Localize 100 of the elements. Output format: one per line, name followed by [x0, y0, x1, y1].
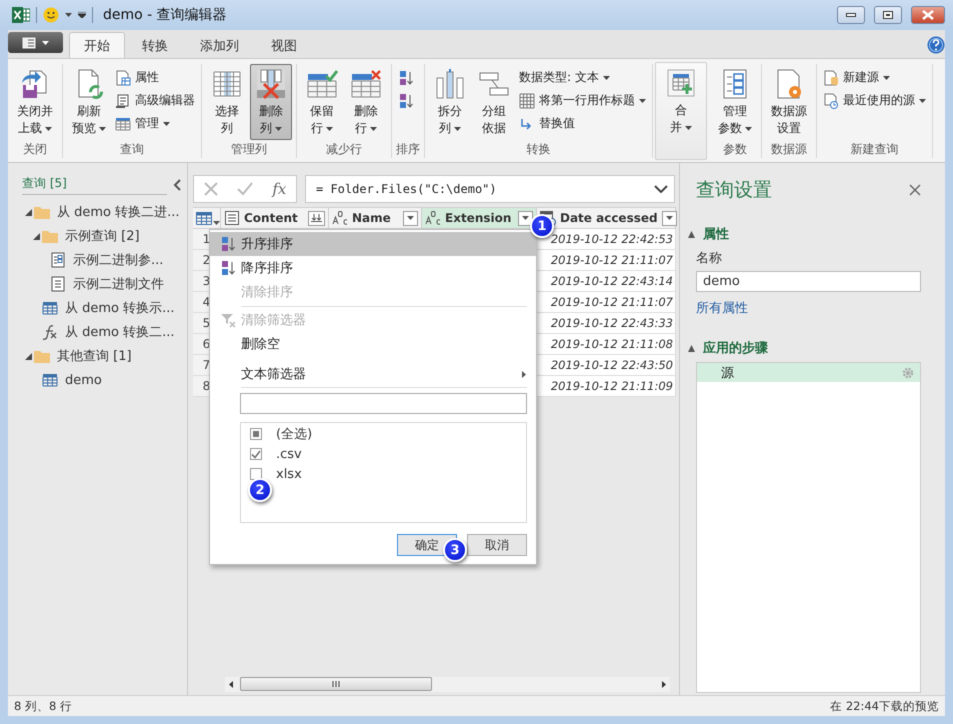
ribbon-button[interactable]: 新建源	[821, 67, 928, 88]
ribbon-button[interactable]: 刷新 预览	[67, 64, 111, 140]
checkbox[interactable]	[250, 428, 262, 440]
caret-icon	[407, 216, 414, 220]
menu-item[interactable]: 升序排序	[210, 232, 536, 256]
close-button[interactable]	[909, 184, 921, 196]
checkbox[interactable]	[250, 468, 262, 480]
excel-icon	[12, 7, 30, 23]
maximize-icon	[883, 11, 893, 19]
query-tree-item[interactable]: 其他查询 [1]	[22, 344, 187, 368]
applied-step[interactable]: 源	[697, 363, 920, 382]
clear-filter-icon	[220, 312, 236, 328]
caret-icon	[42, 40, 49, 44]
insert-function-button[interactable]: fx	[272, 180, 286, 198]
table-menu-button[interactable]	[196, 212, 220, 224]
ribbon-button[interactable]: 删除 列	[250, 64, 292, 140]
ribbon-tab[interactable]: 视图	[256, 32, 312, 58]
close-button[interactable]	[911, 6, 945, 24]
name-field[interactable]: demo	[696, 271, 921, 292]
ribbon-button[interactable]: 合 并	[660, 63, 702, 139]
ribbon-button[interactable]: 最近使用的源	[821, 90, 928, 111]
scroll-right-icon	[662, 681, 666, 688]
query-tree-item[interactable]: 从 demo 转换二...	[22, 320, 187, 344]
column-header[interactable]: Content	[221, 207, 329, 229]
sort-descending-icon	[220, 260, 236, 276]
close-icon	[922, 10, 934, 20]
filter-button[interactable]	[518, 210, 533, 226]
delete-rows-icon	[350, 68, 382, 100]
text-type-icon	[332, 210, 348, 226]
scrollbar-thumb[interactable]	[240, 677, 432, 691]
document-icon	[22, 36, 36, 48]
expand-column-button[interactable]	[308, 210, 325, 226]
table-icon	[519, 92, 535, 108]
horizontal-scrollbar[interactable]	[225, 677, 670, 692]
collapse-pane-icon	[173, 179, 181, 191]
ribbon-button[interactable]: 数据类型: 文本	[517, 67, 648, 88]
query-tree-item[interactable]: 示例二进制文件	[22, 272, 187, 296]
scroll-left-icon	[229, 681, 233, 688]
sort-ascending-icon	[220, 236, 236, 252]
checkbox-label: (全选)	[276, 426, 312, 443]
sort-descending-icon	[398, 92, 414, 108]
table-cell: 2019-10-12 22:43:14	[537, 271, 676, 292]
function-icon	[42, 324, 58, 340]
ribbon-button[interactable]: 将第一行用作标题	[517, 90, 648, 111]
status-text: 在 22:44下载的预览	[830, 698, 939, 714]
maximize-button[interactable]	[874, 6, 902, 24]
column-header[interactable]: Extension	[422, 207, 537, 229]
ribbon-tab[interactable]: 添加列	[185, 32, 254, 58]
text-type-icon	[425, 210, 441, 226]
minimize-button[interactable]	[837, 6, 865, 24]
caret-icon	[65, 13, 72, 17]
dialog-button[interactable]: 取消	[467, 534, 527, 556]
group-label: 减少行	[325, 141, 363, 158]
query-tree-item[interactable]: demo	[22, 368, 187, 392]
ribbon-button[interactable]: 拆分 列	[429, 64, 471, 140]
ribbon-button[interactable]: 管理 参数	[713, 64, 757, 140]
ribbon-button[interactable]: 管理	[113, 113, 197, 134]
group-label: 查询	[119, 141, 145, 158]
all-properties-link[interactable]: 所有属性	[696, 299, 748, 317]
ribbon-button[interactable]: 关闭并 上载	[12, 64, 58, 140]
ribbon-button[interactable]: 选择 列	[206, 64, 248, 140]
file-menu-button[interactable]	[8, 32, 63, 53]
checkbox-label: .csv	[276, 446, 302, 462]
section-heading: 应用的步骤	[703, 340, 768, 357]
filter-button[interactable]	[662, 210, 677, 226]
filter-button[interactable]	[403, 210, 418, 226]
table-cell: 2019-10-12 21:11:08	[537, 334, 676, 355]
checkmark-icon	[236, 182, 253, 196]
folder-icon	[42, 228, 58, 244]
ribbon-tab[interactable]: 转换	[127, 32, 183, 58]
search-field[interactable]	[240, 393, 527, 414]
chevron-down-icon	[654, 185, 668, 193]
section-heading: 属性	[703, 226, 729, 243]
query-tree-item[interactable]: 从 demo 转换示...	[22, 296, 187, 320]
query-tree-item[interactable]: 示例二进制参...	[22, 248, 187, 272]
minimize-icon	[846, 13, 856, 17]
document-clock-icon	[823, 92, 839, 108]
ribbon-button[interactable]: 保留 行	[301, 64, 343, 140]
table-cell: 2019-10-12 21:11:09	[537, 376, 676, 397]
ribbon-button[interactable]: 分组 依据	[473, 64, 515, 140]
query-tree-item[interactable]: 从 demo 转换二进...	[22, 200, 187, 224]
ribbon-button[interactable]: 属性	[113, 67, 197, 88]
query-tree-item[interactable]: 示例查询 [2]	[22, 224, 187, 248]
status-text: 8 列、8 行	[14, 698, 72, 714]
pane-title: 查询设置	[696, 178, 772, 203]
group-label: 管理列	[230, 141, 268, 158]
formula-field[interactable]: = Folder.Files("C:\demo")	[305, 175, 675, 203]
column-header[interactable]: Name	[329, 207, 422, 229]
table-icon	[42, 300, 58, 316]
ribbon-tab[interactable]: 开始	[69, 32, 125, 58]
delete-column-icon	[255, 68, 287, 100]
split-column-icon	[434, 68, 466, 100]
checkbox[interactable]	[250, 448, 262, 460]
field-label: 名称	[696, 250, 723, 267]
ribbon-button[interactable]: 删除 行	[345, 64, 387, 140]
caret-icon	[213, 220, 220, 224]
ribbon-button[interactable]: 替换值	[517, 113, 648, 134]
ribbon-button[interactable]: 高级编辑器	[113, 90, 197, 111]
ribbon-button[interactable]: 数据源 设置	[766, 64, 812, 140]
table-cell: 2019-10-12 21:11:07	[537, 250, 676, 271]
